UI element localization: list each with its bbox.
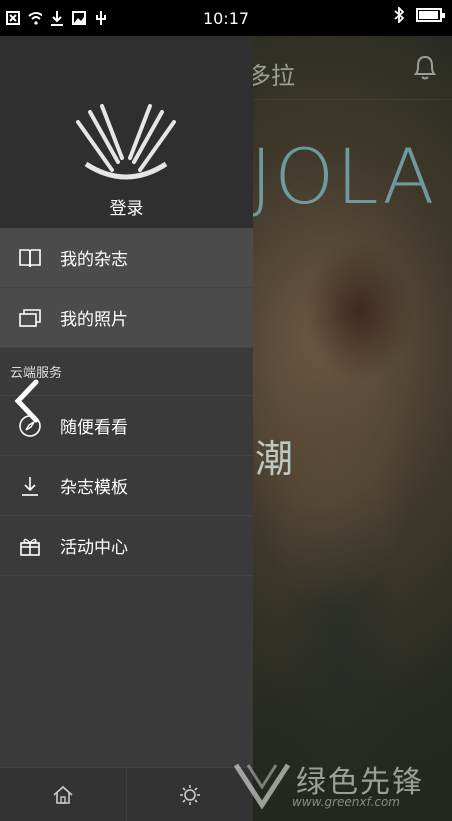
magazine-logo: JOLA — [250, 132, 437, 221]
status-left-icons — [0, 11, 108, 26]
cover-photo — [255, 210, 445, 770]
magazine-headline: 潮 — [255, 437, 294, 481]
drawer-bottom-bar — [0, 767, 253, 821]
gift-icon — [18, 534, 42, 558]
drawer-header: 登录 — [0, 36, 253, 228]
battery-fill — [419, 11, 438, 19]
image-icon — [72, 11, 86, 25]
menu-item-label: 我的照片 — [60, 310, 128, 330]
usb-icon — [94, 11, 108, 25]
bluetooth-icon — [392, 7, 406, 23]
menu-item-templates[interactable]: 杂志模板 — [0, 456, 253, 516]
battery-icon — [416, 8, 445, 22]
watermark-url: www.greenxf.com — [292, 795, 400, 809]
book-icon — [18, 246, 42, 270]
menu-item-label: 随便看看 — [60, 418, 128, 438]
download-icon — [18, 474, 42, 498]
watermark-logo-icon — [234, 763, 290, 809]
download-icon — [50, 11, 64, 26]
background-title: 多拉 — [247, 62, 295, 90]
back-chevron-icon[interactable] — [12, 378, 42, 424]
status-right-icons — [392, 7, 445, 23]
login-button[interactable]: 登录 — [0, 194, 253, 219]
menu-item-my-photos[interactable]: 我的照片 — [0, 288, 253, 348]
close-box-icon — [6, 11, 20, 25]
navigation-drawer: 登录 我的杂志 我的照片 云端服务 随便看看 杂志模板 活动中心 — [0, 36, 253, 821]
home-button[interactable] — [0, 768, 127, 821]
menu-item-label: 我的杂志 — [60, 250, 128, 270]
photos-icon — [18, 306, 42, 330]
status-bar: 10:17 — [0, 0, 452, 36]
wifi-icon — [28, 11, 42, 25]
bell-icon[interactable] — [412, 52, 438, 82]
menu-item-events[interactable]: 活动中心 — [0, 516, 253, 576]
menu-item-my-magazines[interactable]: 我的杂志 — [0, 228, 253, 288]
book-logo-icon — [76, 104, 176, 180]
menu-item-label: 活动中心 — [60, 538, 128, 558]
home-icon — [53, 785, 73, 804]
settings-icon — [180, 784, 200, 805]
watermark: 绿色先锋 www.greenxf.com — [234, 755, 444, 817]
menu-item-label: 杂志模板 — [60, 478, 128, 498]
